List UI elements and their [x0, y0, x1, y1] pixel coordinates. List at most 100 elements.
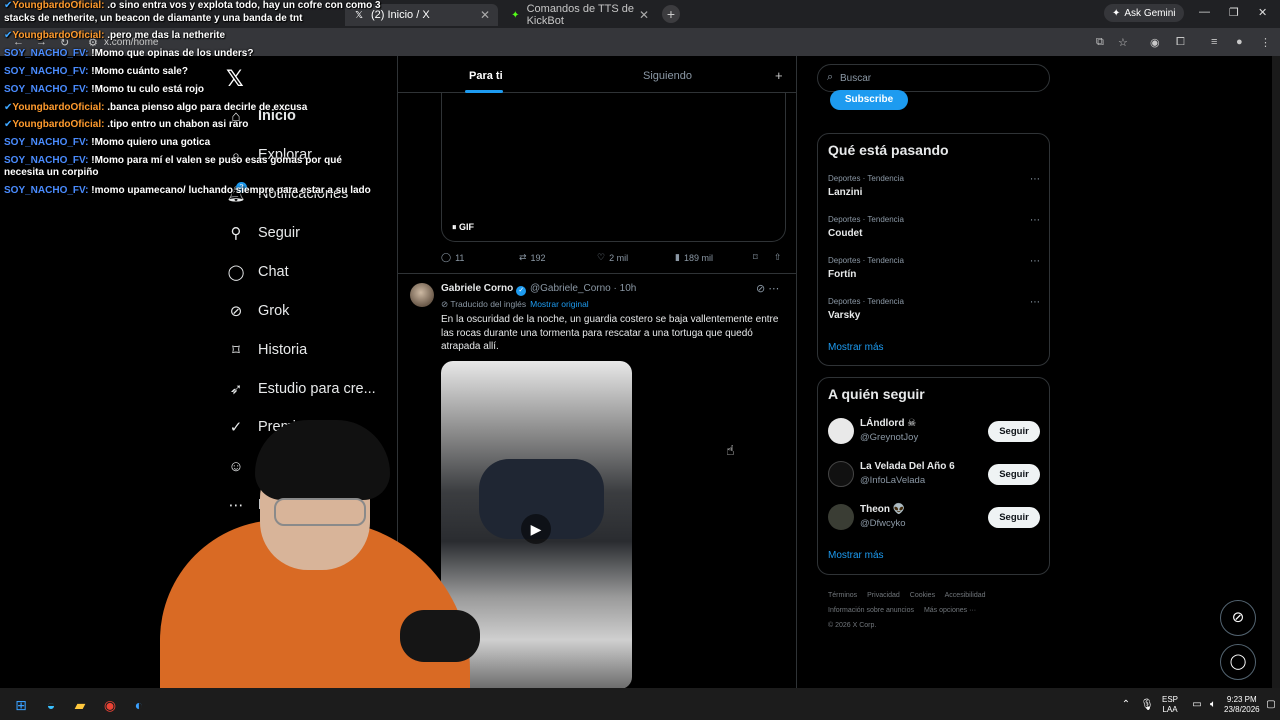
- ask-gemini-button[interactable]: ✦ Ask Gemini: [1104, 4, 1184, 22]
- footer-link[interactable]: Más opciones ···: [924, 607, 976, 614]
- verified-icon: ✓: [516, 286, 527, 296]
- media-icon[interactable]: ≡: [1211, 36, 1217, 48]
- new-tab-button[interactable]: +: [662, 5, 680, 23]
- show-more-link[interactable]: Mostrar más: [828, 550, 884, 561]
- menu-icon[interactable]: ⋮: [1260, 36, 1271, 49]
- file-explorer-icon[interactable]: ▰: [71, 696, 89, 714]
- tab-kickbot[interactable]: ✦ Comandos de TTS de KickBot ✕: [502, 3, 657, 27]
- panel-title: Qué está pasando: [828, 142, 949, 158]
- tab-para-ti[interactable]: Para ti: [469, 70, 503, 82]
- volume-icon[interactable]: 🔈︎: [1204, 696, 1222, 714]
- chat-line: ✔YoungbardoOficial: .pero me das la neth…: [4, 30, 226, 42]
- chat-line: SOY_NACHO_FV: !Momo quiero una gotica: [4, 137, 211, 149]
- grok-icon[interactable]: ⊘: [756, 283, 765, 295]
- chrome-icon[interactable]: ◉: [101, 696, 119, 714]
- follow-suggestion[interactable]: LÁndlord ☠ @GreynotJoy Seguir: [828, 418, 1040, 446]
- search-icon: ⌕: [827, 71, 834, 83]
- footer-link[interactable]: Términos: [828, 592, 857, 599]
- more-icon[interactable]: ⋯: [1030, 215, 1040, 226]
- nav-item-chat[interactable]: ◯ Chat: [226, 258, 289, 286]
- more-icon[interactable]: ⋯: [1030, 256, 1040, 267]
- windows-start-icon[interactable]: ⊞: [12, 696, 30, 714]
- chat-fab-button[interactable]: ◯: [1220, 644, 1256, 680]
- chevron-up-icon[interactable]: ⌃: [1117, 696, 1135, 714]
- trend-item[interactable]: Deportes · Tendencia Lanzini ⋯: [828, 174, 1040, 198]
- app-icon[interactable]: ◐: [130, 696, 148, 714]
- footer-link[interactable]: Información sobre anuncios: [828, 607, 914, 614]
- reply-icon: ◯: [441, 252, 452, 262]
- repost-button[interactable]: ⇄ 192: [519, 252, 546, 263]
- more-icon[interactable]: ⋯: [768, 283, 779, 295]
- edge-icon[interactable]: ◒: [42, 696, 60, 714]
- tweet-author[interactable]: Gabriele Corno ✓: [441, 283, 527, 296]
- install-icon[interactable]: ⧉: [1096, 36, 1104, 49]
- gemini-icon: ✦: [1112, 7, 1121, 19]
- trend-item[interactable]: Deportes · Tendencia Coudet ⋯: [828, 215, 1040, 239]
- taskbar: ⊞ ◒ ▰ ◉ ◐ ⌃ 🎙︎ ESP LAA ▭ 🔈︎ 9:23 PM 23/8/2…: [0, 688, 1280, 720]
- maximize-icon[interactable]: ❐: [1229, 6, 1239, 19]
- bookmark-star-icon[interactable]: ☆: [1118, 36, 1128, 49]
- chat-line: SOY_NACHO_FV: !Momo tu culo está rojo: [4, 83, 205, 95]
- subscribe-button[interactable]: Subscribe: [830, 90, 908, 110]
- like-button[interactable]: ♡ 2 mil: [597, 252, 628, 263]
- close-window-icon[interactable]: ✕: [1258, 6, 1267, 19]
- bookmark-button[interactable]: ⌑: [753, 252, 758, 263]
- trend-item[interactable]: Deportes · Tendencia Varsky ⋯: [828, 297, 1040, 321]
- gif-media[interactable]: ⏸ GIF: [441, 93, 786, 242]
- nav-item-historia[interactable]: ⌑ Historia: [226, 336, 307, 364]
- stream-chat-overlay: ✔YoungbardoOficial: .o sino entra vos y …: [4, 0, 384, 203]
- extension-icon[interactable]: ◉: [1150, 36, 1160, 49]
- reply-button[interactable]: ◯ 11: [441, 252, 464, 263]
- clock[interactable]: 9:23 PM 23/8/2026: [1224, 695, 1260, 715]
- microphone-icon[interactable]: 🎙︎: [1138, 696, 1156, 714]
- grok-fab-button[interactable]: ⊘: [1220, 600, 1256, 636]
- avatar[interactable]: [828, 504, 854, 530]
- bookmark-icon: ⌑: [753, 252, 758, 262]
- footer-link[interactable]: Privacidad: [867, 592, 900, 599]
- nav-item-grok[interactable]: ⊘ Grok: [226, 297, 290, 325]
- heart-icon: ♡: [597, 252, 606, 262]
- more-icon[interactable]: ⋯: [1030, 174, 1040, 185]
- profile-avatar-icon[interactable]: ●: [1236, 36, 1243, 48]
- chat-icon: ◯: [227, 264, 245, 281]
- tweet-text: En la oscuridad de la noche, un guardia …: [441, 314, 779, 352]
- avatar[interactable]: [410, 283, 434, 307]
- rocket-icon: ➶: [229, 381, 243, 398]
- trend-item[interactable]: Deportes · Tendencia Fortín ⋯: [828, 256, 1040, 280]
- more-icon[interactable]: ⋯: [1030, 297, 1040, 308]
- trending-panel: Qué está pasando Deportes · Tendencia Lan…: [817, 133, 1050, 366]
- tweet-handle[interactable]: @Gabriele_Corno · 10h: [530, 283, 636, 294]
- follow-suggestion[interactable]: La Velada Del Año 6 @InfoLaVelada Seguir: [828, 461, 1040, 489]
- footer-link[interactable]: Accesibilidad: [945, 592, 986, 599]
- share-button[interactable]: ⇧: [774, 252, 782, 263]
- follow-button[interactable]: Seguir: [988, 507, 1040, 528]
- repost-icon: ⇄: [519, 252, 527, 262]
- avatar[interactable]: [828, 418, 854, 444]
- follow-button[interactable]: Seguir: [988, 421, 1040, 442]
- language-indicator[interactable]: ESP LAA: [1162, 695, 1178, 715]
- nav-item-estudio[interactable]: ➶ Estudio para cre...: [226, 375, 376, 403]
- minimize-icon[interactable]: —: [1199, 6, 1210, 18]
- follow-suggestion[interactable]: Theon 👽 @Dfwcyko Seguir: [828, 504, 1040, 532]
- nav-item-seguir[interactable]: ⚲ Seguir: [226, 219, 300, 247]
- share-icon: ⇧: [774, 252, 782, 262]
- puzzle-icon[interactable]: ⧠: [1176, 36, 1185, 49]
- show-original-link[interactable]: Mostrar original: [530, 299, 589, 309]
- close-icon[interactable]: ✕: [639, 8, 649, 22]
- plus-icon[interactable]: +: [775, 68, 783, 83]
- tab-underline: [465, 90, 503, 93]
- tab-siguiendo[interactable]: Siguiendo: [643, 70, 692, 82]
- views-button[interactable]: ▮ 189 mil: [675, 252, 713, 263]
- scrollbar[interactable]: [1272, 56, 1280, 688]
- close-icon[interactable]: ✕: [480, 8, 490, 22]
- follow-button[interactable]: Seguir: [988, 464, 1040, 485]
- footer-links: Términos Privacidad Cookies Accesibilida…: [828, 588, 1048, 633]
- show-more-link[interactable]: Mostrar más: [828, 342, 884, 353]
- search-input[interactable]: ⌕ Buscar: [817, 64, 1050, 92]
- who-to-follow-panel: A quién seguir LÁndlord ☠ @GreynotJoy Seg…: [817, 377, 1050, 575]
- notification-icon[interactable]: ▢: [1262, 696, 1280, 714]
- avatar[interactable]: [828, 461, 854, 487]
- home-tabs: Para ti Siguiendo +: [398, 56, 796, 93]
- footer-link[interactable]: Cookies: [910, 592, 935, 599]
- gif-badge[interactable]: ⏸ GIF: [452, 222, 474, 233]
